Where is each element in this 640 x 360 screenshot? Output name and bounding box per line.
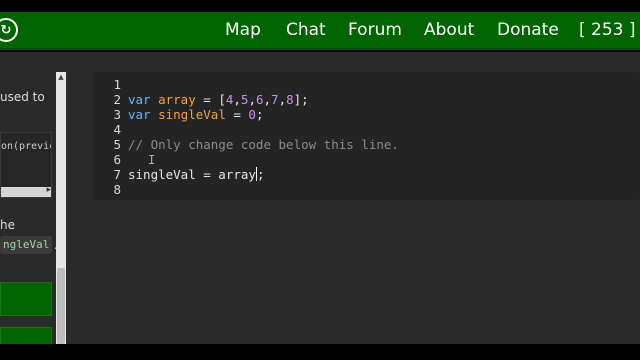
identifier-array: array	[158, 92, 196, 107]
comma: ,	[233, 92, 241, 107]
line-number: 2	[113, 92, 121, 107]
number-literal: 0	[248, 107, 256, 122]
example-code-block: on(previc ▸	[0, 132, 52, 198]
nav-map-link[interactable]: Map	[225, 20, 261, 40]
line-number: 6	[113, 152, 121, 167]
scrollbar-thumb[interactable]	[57, 268, 65, 344]
keyword-var: var	[128, 107, 151, 122]
reset-button[interactable]	[0, 327, 52, 344]
number-literal: 6	[255, 92, 264, 107]
code-editor[interactable]: 1 2 3 4 5 6 7 8 var array = [4,5,6,7,8];…	[93, 72, 640, 200]
instructions-text-partial-2: he	[0, 218, 15, 232]
nav-donate-link[interactable]: Donate	[497, 20, 559, 40]
assignment-expression: singleVal = array	[128, 167, 256, 182]
code-horizontal-scrollbar[interactable]: ▸	[1, 185, 51, 197]
comma: ,	[248, 92, 256, 107]
text-cursor-ibeam-icon: I	[148, 153, 156, 167]
semicolon: ;	[255, 107, 264, 122]
run-tests-button[interactable]	[0, 282, 52, 316]
scroll-up-arrow-icon[interactable]: ▲	[56, 72, 66, 82]
nav-about-link[interactable]: About	[424, 20, 474, 40]
freecodecamp-logo-icon[interactable]: ↻	[0, 18, 18, 42]
line-number: 4	[113, 122, 121, 137]
example-code-text: on(previc	[1, 141, 52, 152]
identifier-singleval: singleVal	[158, 107, 226, 122]
keyword-var: var	[128, 92, 151, 107]
number-literal: 7	[271, 92, 279, 107]
semicolon: ;	[256, 167, 265, 182]
bracket-open: [	[218, 92, 226, 107]
instructions-text-partial: used to	[0, 90, 45, 104]
semicolon: ;	[301, 92, 309, 107]
inline-code-singleval: ngleVal	[0, 236, 53, 254]
operator-assign: =	[195, 92, 219, 107]
nav-forum-link[interactable]: Forum	[348, 20, 402, 40]
line-number: 5	[113, 137, 121, 152]
points-counter[interactable]: [ 253 ]	[579, 20, 636, 40]
top-navbar: ↻ Map Chat Forum About Donate [ 253 ]	[0, 12, 640, 50]
instructions-panel: used to on(previc ▸ he ngleVal . ▲	[0, 52, 66, 344]
comma: ,	[263, 92, 272, 107]
comma: ,	[278, 92, 287, 107]
line-number: 7	[113, 167, 121, 182]
number-literal: 8	[286, 92, 294, 107]
instructions-scrollbar[interactable]: ▲	[56, 72, 66, 344]
code-line-assignment[interactable]: singleVal = array;	[128, 167, 264, 182]
scroll-right-arrow-icon[interactable]: ▸	[46, 185, 51, 195]
line-number: 1	[113, 77, 121, 92]
code-line-singleval-declaration[interactable]: var singleVal = 0;	[128, 107, 263, 122]
top-letterbox	[0, 0, 640, 12]
line-number: 3	[113, 107, 121, 122]
main-area: used to on(previc ▸ he ngleVal . ▲ 1 2 3…	[0, 52, 640, 344]
code-line-array-declaration[interactable]: var array = [4,5,6,7,8];	[128, 92, 309, 107]
line-number: 8	[113, 182, 121, 197]
nav-chat-link[interactable]: Chat	[286, 20, 326, 40]
operator-assign: =	[225, 107, 249, 122]
code-line-comment[interactable]: // Only change code below this line.	[128, 137, 399, 152]
bottom-letterbox	[0, 344, 640, 360]
